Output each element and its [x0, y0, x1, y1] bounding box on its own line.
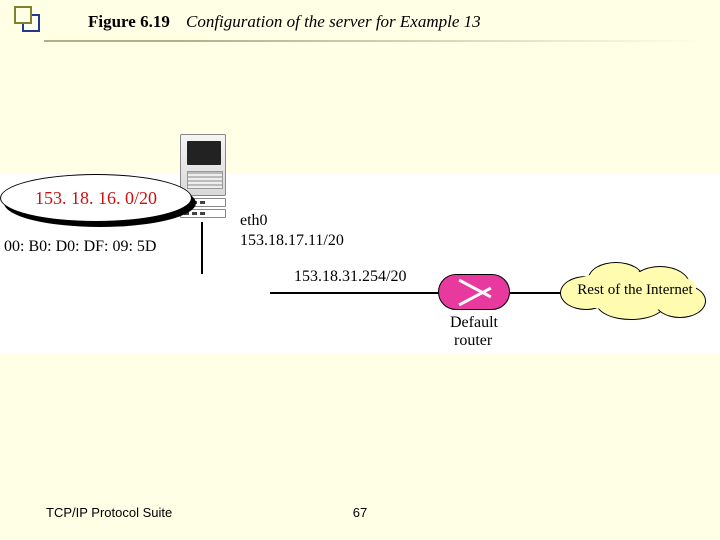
- interface-ip: 153.18.17.11/20: [240, 232, 344, 250]
- header-divider: [44, 40, 704, 42]
- router-caption-1: Default: [450, 314, 498, 332]
- router-caption-2: router: [454, 332, 492, 350]
- figure-caption: Configuration of the server for Example …: [186, 12, 481, 32]
- cloud-label: Rest of the Internet: [560, 282, 710, 299]
- subnet-label: 153. 18. 16. 0/20: [0, 174, 192, 222]
- gateway-ip: 153.18.31.254/20: [294, 268, 406, 286]
- subnet-to-router-link: [270, 292, 436, 294]
- slide-header: Figure 6.19 Configuration of the server …: [0, 0, 720, 48]
- diagram-panel: 00: B0: D0: DF: 09: 5D eth0 153.18.17.11…: [0, 174, 720, 354]
- logo-square-front: [14, 6, 32, 24]
- internet-cloud-icon: Rest of the Internet: [560, 260, 710, 324]
- server-mac-address: 00: B0: D0: DF: 09: 5D: [4, 238, 156, 256]
- server-tower-icon: [180, 134, 226, 196]
- server-drop-line: [201, 222, 203, 274]
- interface-name: eth0: [240, 212, 268, 230]
- router-link-right: [510, 292, 564, 294]
- figure-number: Figure 6.19: [88, 12, 170, 32]
- footer-page-number: 67: [0, 505, 720, 520]
- router-icon: [438, 274, 510, 310]
